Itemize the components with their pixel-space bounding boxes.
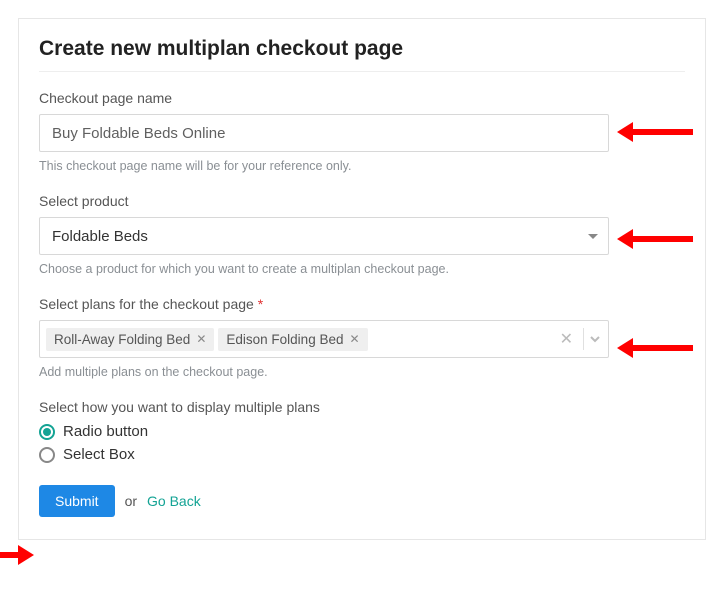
product-group: Select product Foldable Beds Choose a pr… bbox=[39, 193, 685, 276]
checkout-name-help: This checkout page name will be for your… bbox=[39, 159, 685, 173]
chevron-down-icon[interactable] bbox=[588, 332, 602, 346]
checkout-name-group: Checkout page name This checkout page na… bbox=[39, 90, 685, 173]
page-title: Create new multiplan checkout page bbox=[39, 37, 685, 61]
product-label: Select product bbox=[39, 193, 685, 209]
plans-help: Add multiple plans on the checkout page. bbox=[39, 365, 685, 379]
radio-option-label: Select Box bbox=[63, 446, 135, 463]
radio-option-radiobutton[interactable]: Radio button bbox=[39, 423, 685, 440]
submit-button[interactable]: Submit bbox=[39, 485, 115, 517]
form-actions: Submit or Go Back bbox=[39, 485, 685, 517]
display-group: Select how you want to display multiple … bbox=[39, 399, 685, 463]
plans-group: Select plans for the checkout page * Rol… bbox=[39, 296, 685, 379]
separator bbox=[583, 328, 584, 350]
radio-option-label: Radio button bbox=[63, 423, 148, 440]
divider bbox=[39, 71, 685, 72]
display-radio-group: Radio button Select Box bbox=[39, 423, 685, 463]
plan-chip-label: Roll-Away Folding Bed bbox=[54, 332, 190, 347]
product-select-value: Foldable Beds bbox=[52, 228, 148, 245]
required-marker: * bbox=[258, 296, 263, 312]
form-panel: Create new multiplan checkout page Check… bbox=[18, 18, 706, 540]
plan-chip-label: Edison Folding Bed bbox=[226, 332, 343, 347]
radio-option-selectbox[interactable]: Select Box bbox=[39, 446, 685, 463]
radio-icon-unselected bbox=[39, 447, 55, 463]
annotation-arrow-icon bbox=[0, 545, 34, 565]
plan-chip[interactable]: Roll-Away Folding Bed ✕ bbox=[46, 328, 214, 351]
product-select[interactable]: Foldable Beds bbox=[39, 217, 609, 255]
checkout-name-input[interactable] bbox=[39, 114, 609, 152]
remove-chip-icon[interactable]: ✕ bbox=[196, 332, 206, 346]
checkout-name-label: Checkout page name bbox=[39, 90, 685, 106]
plans-multiselect[interactable]: Roll-Away Folding Bed ✕ Edison Folding B… bbox=[39, 320, 609, 358]
remove-chip-icon[interactable]: ✕ bbox=[349, 332, 359, 346]
plans-label-text: Select plans for the checkout page bbox=[39, 296, 254, 312]
clear-all-icon[interactable]: ✕ bbox=[554, 329, 579, 349]
display-label: Select how you want to display multiple … bbox=[39, 399, 685, 415]
radio-icon-selected bbox=[39, 424, 55, 440]
plan-chip[interactable]: Edison Folding Bed ✕ bbox=[218, 328, 367, 351]
or-text: or bbox=[125, 493, 137, 509]
caret-down-icon bbox=[588, 234, 598, 239]
plans-chips: Roll-Away Folding Bed ✕ Edison Folding B… bbox=[46, 328, 554, 351]
plans-label: Select plans for the checkout page * bbox=[39, 296, 685, 312]
product-help: Choose a product for which you want to c… bbox=[39, 262, 685, 276]
go-back-link[interactable]: Go Back bbox=[147, 493, 201, 509]
